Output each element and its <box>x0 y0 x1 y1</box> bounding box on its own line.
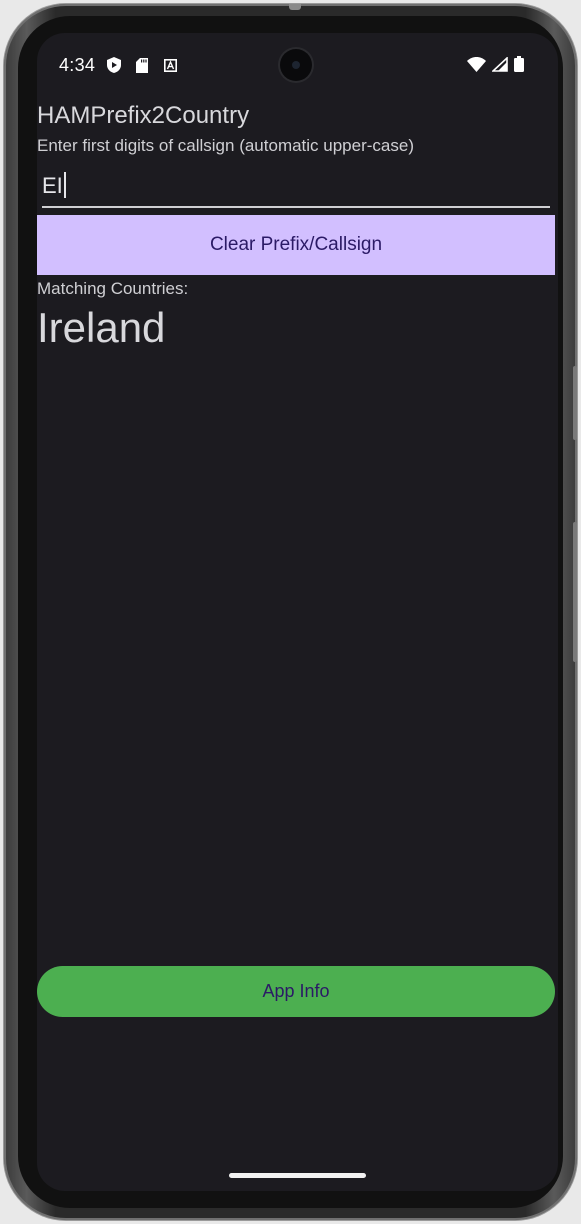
text-caret <box>63 172 66 198</box>
battery-icon <box>514 56 524 77</box>
front-camera <box>280 49 312 81</box>
a-box-icon <box>163 57 177 73</box>
power-button <box>573 366 577 440</box>
app-info-button[interactable]: App Info <box>37 966 555 1017</box>
system-icons <box>467 55 524 77</box>
sd-card-icon <box>135 57 149 73</box>
prefix-input-field[interactable]: EI <box>42 166 550 208</box>
app-title: HAMPrefix2Country <box>37 102 250 129</box>
matching-countries-label: Matching Countries: <box>37 279 189 298</box>
phone-frame: 4:34 HAMPrefix2Country Enter first digit… <box>4 4 577 1220</box>
frame-notch <box>289 4 301 10</box>
cell-signal-icon <box>490 55 508 77</box>
notification-icons <box>107 57 177 73</box>
home-indicator[interactable] <box>229 1173 366 1178</box>
clear-prefix-button[interactable]: Clear Prefix/Callsign <box>37 215 555 275</box>
status-bar: 4:34 <box>37 33 558 99</box>
screen: 4:34 HAMPrefix2Country Enter first digit… <box>37 33 558 1191</box>
prefix-input-value: EI <box>42 172 66 199</box>
status-time: 4:34 <box>59 55 96 75</box>
wifi-icon <box>467 56 486 77</box>
shield-play-icon <box>107 57 121 73</box>
instruction-text: Enter first digits of callsign (automati… <box>37 136 414 155</box>
volume-rocker <box>573 522 577 662</box>
country-result: Ireland <box>37 304 166 351</box>
